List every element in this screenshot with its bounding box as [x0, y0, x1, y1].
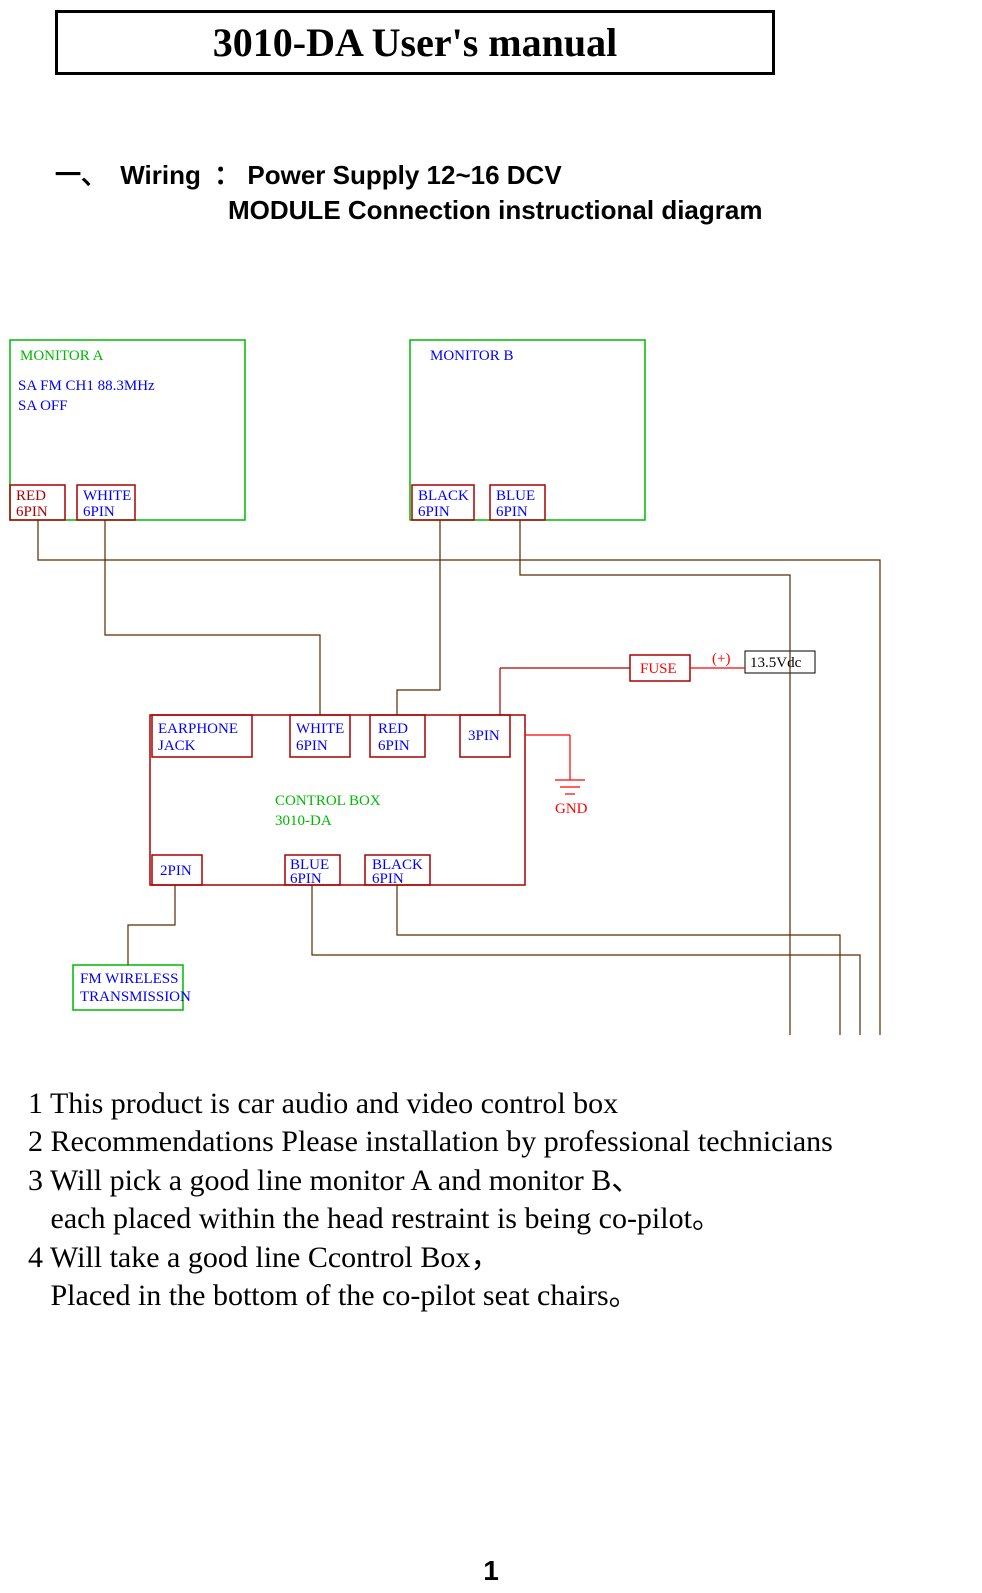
section-colon: ：	[214, 160, 240, 190]
ctrl-white-label2: 6PIN	[296, 738, 328, 754]
gnd-label: GND	[555, 801, 588, 817]
monitor-a-label: MONITOR A	[20, 348, 104, 364]
fm-label2: TRANSMISSION	[80, 989, 191, 1005]
monitor-b-black-label: BLACK	[418, 488, 469, 504]
ctrl-black-label2: 6PIN	[372, 871, 404, 887]
section-power: Power Supply 12~16 DCV	[247, 160, 561, 190]
note-4b: Placed in the bottom of the co-pilot sea…	[28, 1277, 928, 1315]
fm-label1: FM WIRELESS	[80, 971, 179, 987]
control-box-label2: 3010-DA	[275, 813, 332, 829]
monitor-b-box: MONITOR B BLACK 6PIN BLUE 6PIN	[410, 340, 645, 520]
gnd-symbol: GND	[525, 735, 588, 817]
note-4: 4 Will take a good line Ccontrol Box，	[28, 1239, 928, 1277]
notes-block: 1 This product is car audio and video co…	[28, 1085, 928, 1315]
note-3: 3 Will pick a good line monitor A and mo…	[28, 1162, 928, 1200]
monitor-a-box: MONITOR A SA FM CH1 88.3MHz SA OFF RED 6…	[10, 340, 245, 520]
monitor-b-blue-pin: 6PIN	[496, 504, 528, 520]
fuse-label: FUSE	[640, 661, 677, 677]
note-3b: each placed within the head restraint is…	[28, 1200, 928, 1238]
title-frame: 3010-DA User's manual	[55, 10, 775, 75]
earphone-label2: JACK	[158, 738, 196, 754]
plus-label: (+)	[712, 651, 730, 667]
ctrl-red-label1: RED	[378, 721, 408, 737]
3pin-label: 3PIN	[468, 728, 500, 744]
control-box-label1: CONTROL BOX	[275, 793, 381, 809]
page-number: 1	[0, 1555, 982, 1587]
control-box: CONTROL BOX 3010-DA EARPHONE JACK WHITE …	[150, 715, 525, 887]
note-2: 2 Recommendations Please installation by…	[28, 1123, 928, 1161]
sa-off-label: SA OFF	[18, 398, 68, 414]
wiring-diagram: MONITOR A SA FM CH1 88.3MHz SA OFF RED 6…	[0, 335, 982, 1035]
note-1: 1 This product is car audio and video co…	[28, 1085, 928, 1123]
fm-wireless-box: FM WIRELESS TRANSMISSION	[73, 965, 191, 1010]
vdc-label: 13.5Vdc	[750, 655, 802, 671]
monitor-a-white-label: WHITE	[83, 488, 131, 504]
monitor-b-label: MONITOR B	[430, 348, 513, 364]
section-prefix: 一、	[55, 160, 107, 190]
monitor-b-black-pin: 6PIN	[418, 504, 450, 520]
ctrl-blue-label2: 6PIN	[290, 871, 322, 887]
monitor-b-blue-label: BLUE	[496, 488, 535, 504]
page-title: 3010-DA User's manual	[213, 19, 617, 66]
section-heading: 一、 Wiring ： Power Supply 12~16 DCV	[55, 155, 562, 192]
monitor-a-red-pin: 6PIN	[16, 504, 48, 520]
2pin-label: 2PIN	[160, 863, 192, 879]
section-subheading: MODULE Connection instructional diagram	[228, 195, 762, 226]
section-wiring: Wiring	[120, 160, 201, 190]
monitor-a-red-label: RED	[16, 488, 46, 504]
ctrl-red-label2: 6PIN	[378, 738, 410, 754]
ctrl-white-label1: WHITE	[296, 721, 344, 737]
sa-fm-label: SA FM CH1 88.3MHz	[18, 378, 155, 394]
fuse-box: FUSE	[630, 655, 690, 681]
wiring-lines	[38, 520, 880, 1035]
earphone-label1: EARPHONE	[158, 721, 238, 737]
monitor-a-white-pin: 6PIN	[83, 504, 115, 520]
